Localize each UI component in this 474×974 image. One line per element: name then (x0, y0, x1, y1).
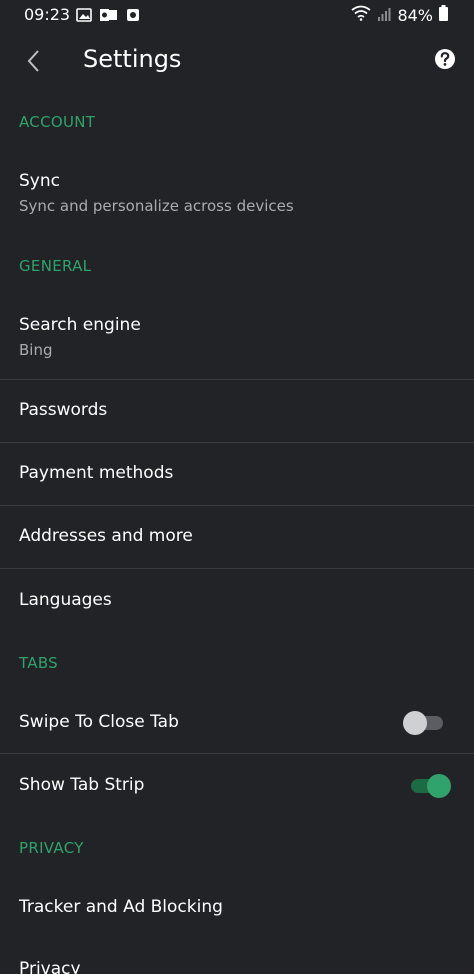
section-header-account: ACCOUNT (19, 113, 96, 131)
section-header-general: GENERAL (19, 257, 92, 275)
settings-item-addresses[interactable]: Addresses and more (0, 506, 474, 568)
toggle-knob (427, 774, 451, 798)
settings-item-swipe-to-close-tab[interactable]: Swipe To Close Tab (0, 692, 474, 753)
section-header-privacy: PRIVACY (19, 839, 84, 857)
settings-item-passwords[interactable]: Passwords (0, 380, 474, 442)
search-engine-value: Bing (19, 341, 53, 359)
swipe-to-close-title: Swipe To Close Tab (19, 712, 179, 732)
notification-icons (76, 7, 140, 26)
settings-item-languages[interactable]: Languages (0, 569, 474, 633)
sync-title: Sync (19, 171, 60, 191)
app-bar: Settings (0, 30, 474, 92)
addresses-title: Addresses and more (19, 526, 193, 546)
privacy-title: Privacy (19, 959, 81, 974)
signal-icon (377, 6, 391, 25)
gallery-icon (76, 7, 92, 26)
settings-item-tracker-ad-blocking[interactable]: Tracker and Ad Blocking (0, 877, 474, 939)
payment-methods-title: Payment methods (19, 463, 174, 483)
sync-subtitle: Sync and personalize across devices (19, 197, 294, 215)
help-button[interactable] (434, 48, 456, 70)
settings-item-sync[interactable]: Sync Sync and personalize across devices (0, 156, 474, 232)
status-time: 09:23 (24, 5, 71, 24)
system-status-icons: 84% (351, 5, 448, 25)
toggle-knob (403, 711, 427, 735)
settings-item-privacy[interactable]: Privacy (0, 939, 474, 974)
settings-item-payment-methods[interactable]: Payment methods (0, 443, 474, 505)
page-title: Settings (83, 45, 182, 73)
outlook-icon (100, 7, 118, 26)
chevron-left-icon (27, 50, 39, 72)
battery-icon (439, 5, 448, 25)
languages-title: Languages (19, 590, 112, 610)
back-button[interactable] (18, 46, 48, 76)
section-header-tabs: TABS (19, 654, 59, 672)
app-notification-icon (126, 7, 140, 26)
battery-percent: 84% (397, 5, 433, 25)
status-bar: 09:23 84% (0, 0, 474, 30)
help-icon (435, 49, 455, 69)
settings-item-show-tab-strip[interactable]: Show Tab Strip (0, 754, 474, 818)
passwords-title: Passwords (19, 400, 108, 420)
show-tab-strip-title: Show Tab Strip (19, 775, 145, 795)
show-tab-strip-toggle[interactable] (411, 774, 451, 798)
settings-item-search-engine[interactable]: Search engine Bing (0, 300, 474, 378)
search-engine-title: Search engine (19, 315, 141, 335)
wifi-icon (351, 5, 371, 25)
swipe-to-close-toggle[interactable] (403, 711, 443, 735)
tracker-blocking-title: Tracker and Ad Blocking (19, 897, 223, 917)
